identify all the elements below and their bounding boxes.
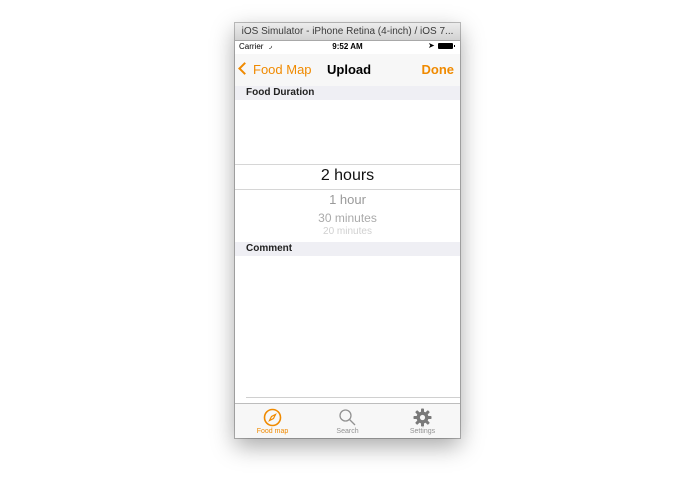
chevron-left-icon bbox=[238, 62, 251, 75]
divider bbox=[246, 397, 460, 398]
window-titlebar: iOS Simulator - iPhone Retina (4-inch) /… bbox=[235, 23, 460, 41]
tab-label: Search bbox=[336, 428, 359, 435]
picker-selected-value[interactable]: 2 hours bbox=[235, 167, 460, 185]
back-button[interactable]: Food Map bbox=[238, 62, 312, 77]
location-arrow-icon: ➤ bbox=[428, 41, 435, 50]
gear-icon bbox=[413, 408, 432, 427]
tab-search[interactable]: Search bbox=[310, 406, 385, 438]
tab-label: Food map bbox=[256, 428, 289, 435]
comment-textarea[interactable] bbox=[235, 258, 460, 403]
back-button-label: Food Map bbox=[253, 62, 312, 77]
tab-bar: Food map Search Settings bbox=[235, 403, 460, 438]
status-time: 9:52 AM bbox=[332, 42, 363, 51]
tab-food-map[interactable]: Food map bbox=[235, 406, 310, 438]
search-icon bbox=[339, 409, 356, 426]
battery-icon bbox=[438, 43, 455, 49]
duration-picker[interactable]: 2 hours 1 hour 30 minutes 20 minutes bbox=[235, 101, 460, 241]
picker-option[interactable]: 30 minutes bbox=[235, 211, 460, 225]
page-title: Upload bbox=[327, 62, 372, 77]
section-header-comment: Comment bbox=[235, 242, 460, 256]
section-header-label: Food Duration bbox=[246, 87, 315, 98]
done-button[interactable]: Done bbox=[422, 62, 455, 77]
picker-option[interactable]: 1 hour bbox=[235, 192, 460, 207]
navigation-bar: Food Map Upload Done bbox=[235, 54, 460, 87]
compass-icon bbox=[263, 408, 282, 427]
status-bar: Carrier ◞ 9:52 AM ➤ bbox=[235, 41, 460, 53]
simulator-window: iOS Simulator - iPhone Retina (4-inch) /… bbox=[235, 23, 460, 438]
section-header-food-duration: Food Duration bbox=[235, 86, 460, 100]
picker-option[interactable]: 20 minutes bbox=[235, 226, 460, 235]
tab-label: Settings bbox=[409, 428, 436, 435]
section-header-label: Comment bbox=[246, 243, 293, 254]
tab-settings[interactable]: Settings bbox=[385, 406, 460, 438]
